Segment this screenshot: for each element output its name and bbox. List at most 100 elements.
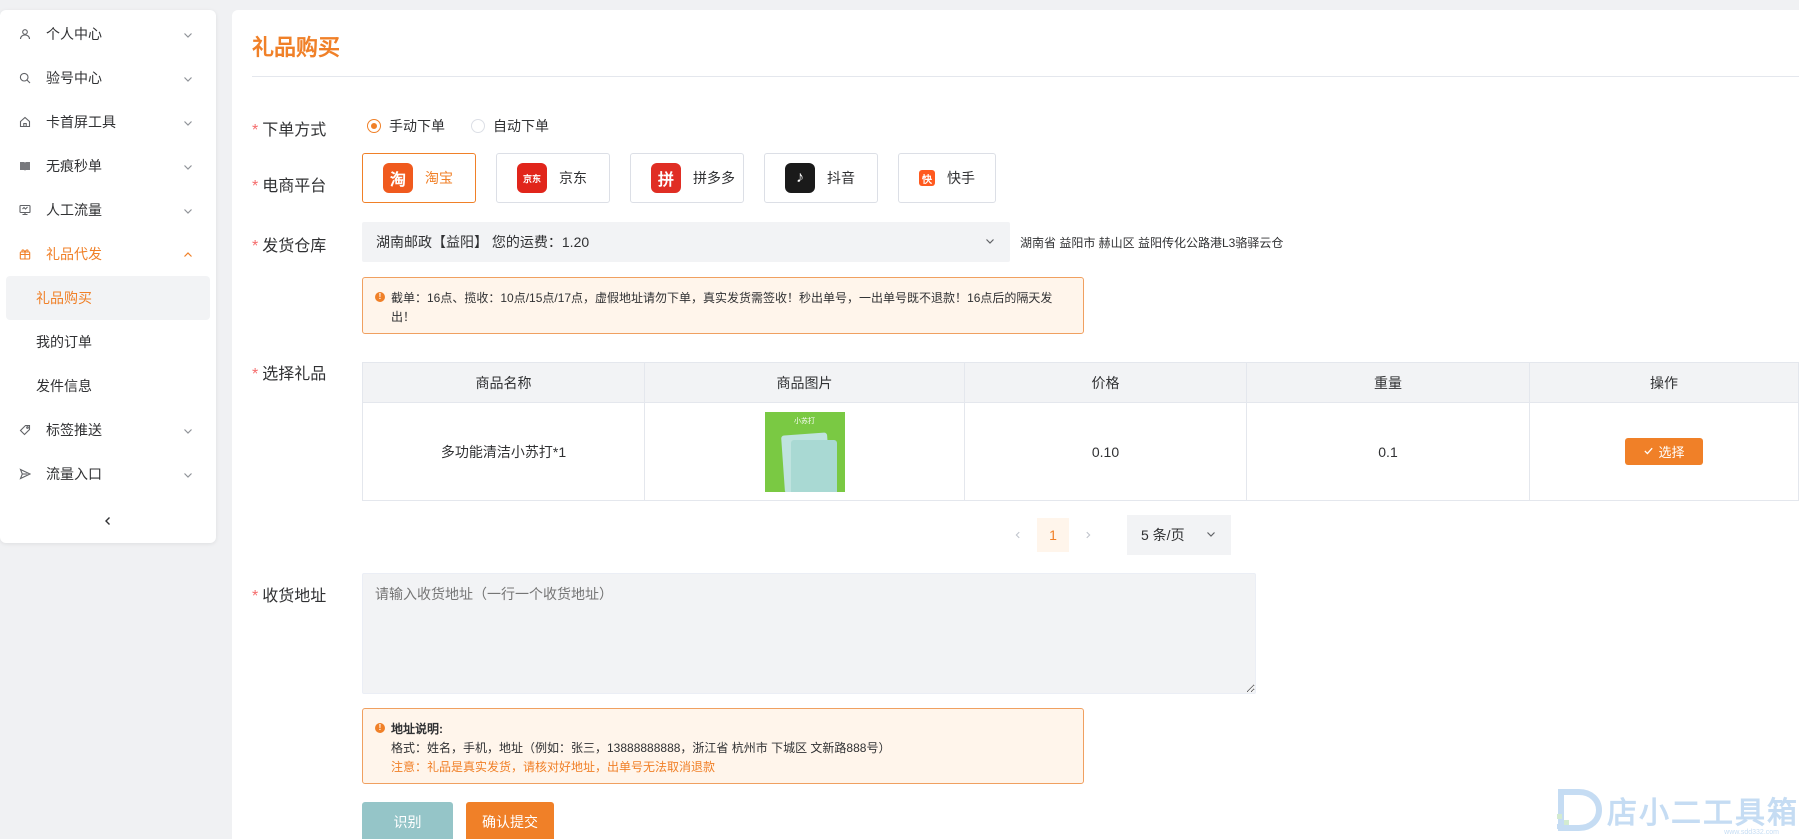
check-icon [1643, 444, 1654, 459]
sidebar-item-account-check[interactable]: 验号中心 [0, 56, 216, 100]
chevron-down-icon [182, 424, 194, 436]
platform-label: * 电商平台 [252, 178, 327, 195]
address-notice: ! 地址说明: 格式：姓名，手机，地址（例如：张三，13888888888，浙江… [362, 708, 1084, 784]
platform-label-text: 快手 [947, 170, 975, 186]
main-panel: 礼品购买 * 下单方式 手动下单 自动下单 * 电商平台 淘 淘宝 京东 京东 拼 … [232, 10, 1799, 839]
warehouse-address: 湖南省 益阳市 赫山区 益阳传化公路港L3骆驿云仓 [1020, 236, 1284, 250]
order-mode-radio-group: 手动下单 自动下单 [367, 116, 549, 136]
watermark: 店小二工具箱 www.sdd332.com [1555, 786, 1799, 836]
platform-pinduoduo-button[interactable]: 拼 拼多多 [630, 153, 744, 203]
chevron-down-icon [984, 234, 996, 250]
order-mode-manual-radio[interactable]: 手动下单 [367, 116, 445, 136]
page-size-select[interactable]: 5 条/页 [1127, 515, 1231, 555]
taobao-logo-icon: 淘 [383, 163, 413, 193]
chevron-up-icon [182, 248, 194, 260]
tag-icon [18, 423, 32, 437]
address-notice-warning: 注意：礼品是真实发货，请核对好地址，出单号无法取消退款 [391, 760, 716, 774]
chevron-down-icon [182, 160, 194, 172]
watermark-logo-icon [1555, 786, 1607, 834]
send-icon [18, 467, 32, 481]
sidebar-item-label: 无痕秒单 [46, 158, 102, 174]
column-header: 商品图片 [644, 362, 965, 403]
gift-weight-cell: 0.1 [1246, 402, 1530, 501]
sidebar-item-gift-dispatch[interactable]: 礼品代发 [0, 232, 216, 276]
next-page-button[interactable] [1071, 518, 1105, 552]
info-icon: ! [375, 723, 385, 733]
chevron-down-icon [182, 468, 194, 480]
chevron-down-icon [1205, 527, 1217, 543]
warehouse-notice-text: 截单：16点、揽收：10点/15点/17点，虚假地址请勿下单，真实发货需签收！秒… [391, 291, 1053, 324]
platform-label-text: 拼多多 [693, 170, 735, 186]
book-icon [18, 159, 32, 173]
sidebar-item-label: 个人中心 [46, 26, 102, 42]
address-textarea[interactable] [362, 573, 1256, 694]
douyin-logo-icon: ♪ [785, 163, 815, 193]
chevron-down-icon [182, 116, 194, 128]
warehouse-notice: ! 截单：16点、揽收：10点/15点/17点，虚假地址请勿下单，真实发货需签收… [362, 277, 1084, 334]
page-title: 礼品购买 [252, 35, 341, 60]
order-mode-auto-radio[interactable]: 自动下单 [471, 116, 549, 136]
radio-label: 自动下单 [493, 118, 549, 134]
sidebar-item-personal-center[interactable]: 个人中心 [0, 12, 216, 56]
platform-taobao-button[interactable]: 淘 淘宝 [362, 153, 476, 203]
select-gift-button[interactable]: 选择 [1625, 438, 1703, 465]
sidebar-item-label: 卡首屏工具 [46, 114, 116, 130]
column-header: 价格 [964, 362, 1247, 403]
platform-kuaishou-button[interactable]: 快 快手 [898, 153, 996, 203]
gift-label: * 选择礼品 [252, 366, 327, 383]
search-icon [18, 71, 32, 85]
sidebar-subitem-gift-purchase[interactable]: 礼品购买 [6, 276, 210, 320]
warehouse-select[interactable]: 湖南邮政【益阳】 您的运费：1.20 [362, 222, 1010, 262]
home-icon [18, 115, 32, 129]
chevron-down-icon [182, 204, 194, 216]
sidebar-item-manual-traffic[interactable]: 人工流量 [0, 188, 216, 232]
sidebar: 个人中心 验号中心 卡首屏工具 无痕秒单 人工流量 礼品代发 礼品购买 我的订单… [0, 10, 216, 543]
page-number-button[interactable]: 1 [1037, 518, 1069, 552]
user-icon [18, 27, 32, 41]
sidebar-subitem-sender-info[interactable]: 发件信息 [0, 364, 216, 408]
select-gift-label: 选择 [1658, 445, 1685, 460]
recognize-button[interactable]: 识别 [362, 802, 453, 839]
platform-options: 淘 淘宝 京东 京东 拼 拼多多 ♪ 抖音 快 快手 [362, 153, 996, 203]
platform-jd-button[interactable]: 京东 京东 [496, 153, 610, 203]
sidebar-item-label: 人工流量 [46, 202, 102, 218]
radio-dot [471, 119, 485, 133]
sidebar-item-first-screen-tool[interactable]: 卡首屏工具 [0, 100, 216, 144]
sidebar-item-traceless-order[interactable]: 无痕秒单 [0, 144, 216, 188]
column-header: 重量 [1246, 362, 1530, 403]
platform-label-text: 京东 [559, 170, 587, 186]
gift-image-cell: 小苏打 [644, 402, 965, 501]
package-shape [790, 439, 837, 492]
kuaishou-logo-icon: 快 [919, 170, 935, 186]
watermark-text: 店小二工具箱 [1607, 797, 1799, 830]
platform-label-text: 淘宝 [425, 170, 453, 186]
gift-price-cell: 0.10 [964, 402, 1247, 501]
sidebar-item-tag-push[interactable]: 标签推送 [0, 408, 216, 452]
chevron-down-icon [182, 28, 194, 40]
submit-button[interactable]: 确认提交 [466, 802, 554, 839]
prev-page-button[interactable] [1001, 518, 1035, 552]
gift-product-image: 小苏打 [764, 411, 845, 492]
gift-image-text: 小苏打 [794, 417, 815, 425]
pagination: 1 5 条/页 [1001, 515, 1231, 555]
sidebar-item-traffic-entry[interactable]: 流量入口 [0, 452, 216, 496]
chevron-left-icon [102, 514, 114, 530]
table-header-row: 商品名称 商品图片 价格 重量 操作 [362, 362, 1799, 403]
gift-icon [18, 247, 32, 261]
address-label: * 收货地址 [252, 588, 327, 605]
info-icon: ! [375, 292, 385, 302]
address-notice-format: 格式：姓名，手机，地址（例如：张三，13888888888，浙江省 杭州市 下城… [391, 741, 891, 755]
sidebar-item-label: 礼品代发 [46, 246, 102, 262]
sidebar-collapse-button[interactable] [0, 500, 216, 544]
order-mode-label: * 下单方式 [252, 122, 327, 139]
table-row: 多功能清洁小苏打*1 小苏打 0.10 0.1 选择 [362, 402, 1799, 501]
title-divider [252, 76, 1799, 77]
warehouse-label: * 发货仓库 [252, 238, 327, 255]
gift-name-cell: 多功能清洁小苏打*1 [362, 402, 645, 501]
radio-label: 手动下单 [389, 118, 445, 134]
platform-douyin-button[interactable]: ♪ 抖音 [764, 153, 878, 203]
sidebar-subitem-my-orders[interactable]: 我的订单 [0, 320, 216, 364]
jd-logo-icon: 京东 [517, 163, 547, 193]
address-notice-title: 地址说明: [391, 722, 443, 736]
sidebar-item-label: 标签推送 [46, 422, 102, 438]
